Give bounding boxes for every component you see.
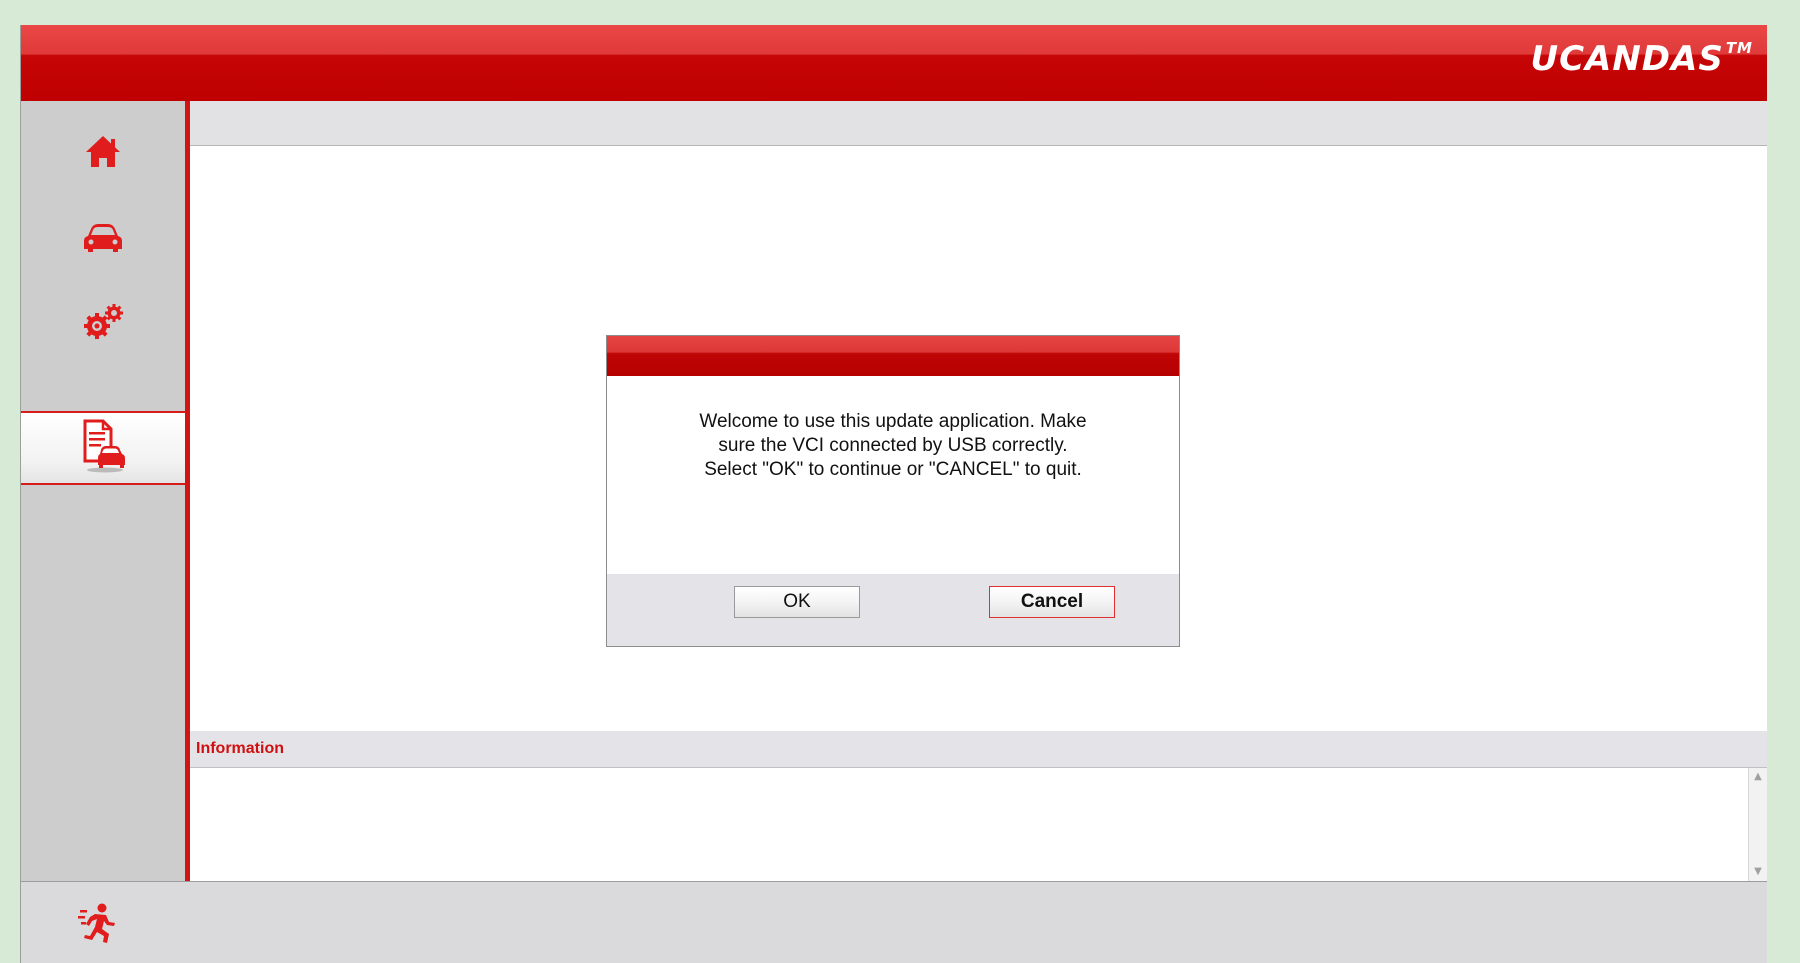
cancel-button[interactable]: Cancel	[989, 586, 1115, 618]
gears-icon	[81, 302, 125, 347]
information-label: Information	[196, 740, 284, 757]
exit-button[interactable]	[76, 902, 124, 950]
welcome-dialog: Welcome to use this update application. …	[606, 335, 1180, 647]
information-text-area[interactable]: ▲ ▼	[190, 768, 1767, 881]
dialog-message: Welcome to use this update application. …	[627, 410, 1159, 482]
information-header: Information	[190, 731, 1767, 768]
exit-running-man-icon	[78, 902, 122, 951]
dialog-message-line: Select "OK" to continue or "CANCEL" to q…	[704, 459, 1082, 480]
ok-button[interactable]: OK	[734, 586, 860, 618]
car-icon	[82, 221, 124, 260]
app-header: UCANDAS TM	[21, 25, 1767, 101]
dialog-title-bar	[607, 336, 1179, 376]
document-car-icon	[79, 417, 127, 480]
scroll-down-arrow-icon[interactable]: ▼	[1752, 866, 1764, 878]
dialog-message-line: Welcome to use this update application. …	[699, 411, 1087, 432]
sidebar	[21, 101, 185, 881]
dialog-message-line: sure the VCI connected by USB correctly.	[718, 435, 1068, 456]
dialog-button-bar: OK Cancel	[607, 574, 1179, 646]
brand-logo: UCANDAS TM	[1530, 39, 1753, 79]
content-toolbar	[190, 101, 1767, 146]
home-icon	[83, 132, 123, 177]
sidebar-item-vehicle[interactable]	[21, 203, 185, 277]
information-scrollbar[interactable]: ▲ ▼	[1748, 768, 1767, 881]
sidebar-item-home[interactable]	[21, 117, 185, 191]
scroll-up-arrow-icon[interactable]: ▲	[1752, 771, 1764, 783]
app-footer	[21, 881, 1767, 963]
sidebar-item-settings[interactable]	[21, 287, 185, 361]
sidebar-item-update[interactable]	[21, 411, 185, 485]
